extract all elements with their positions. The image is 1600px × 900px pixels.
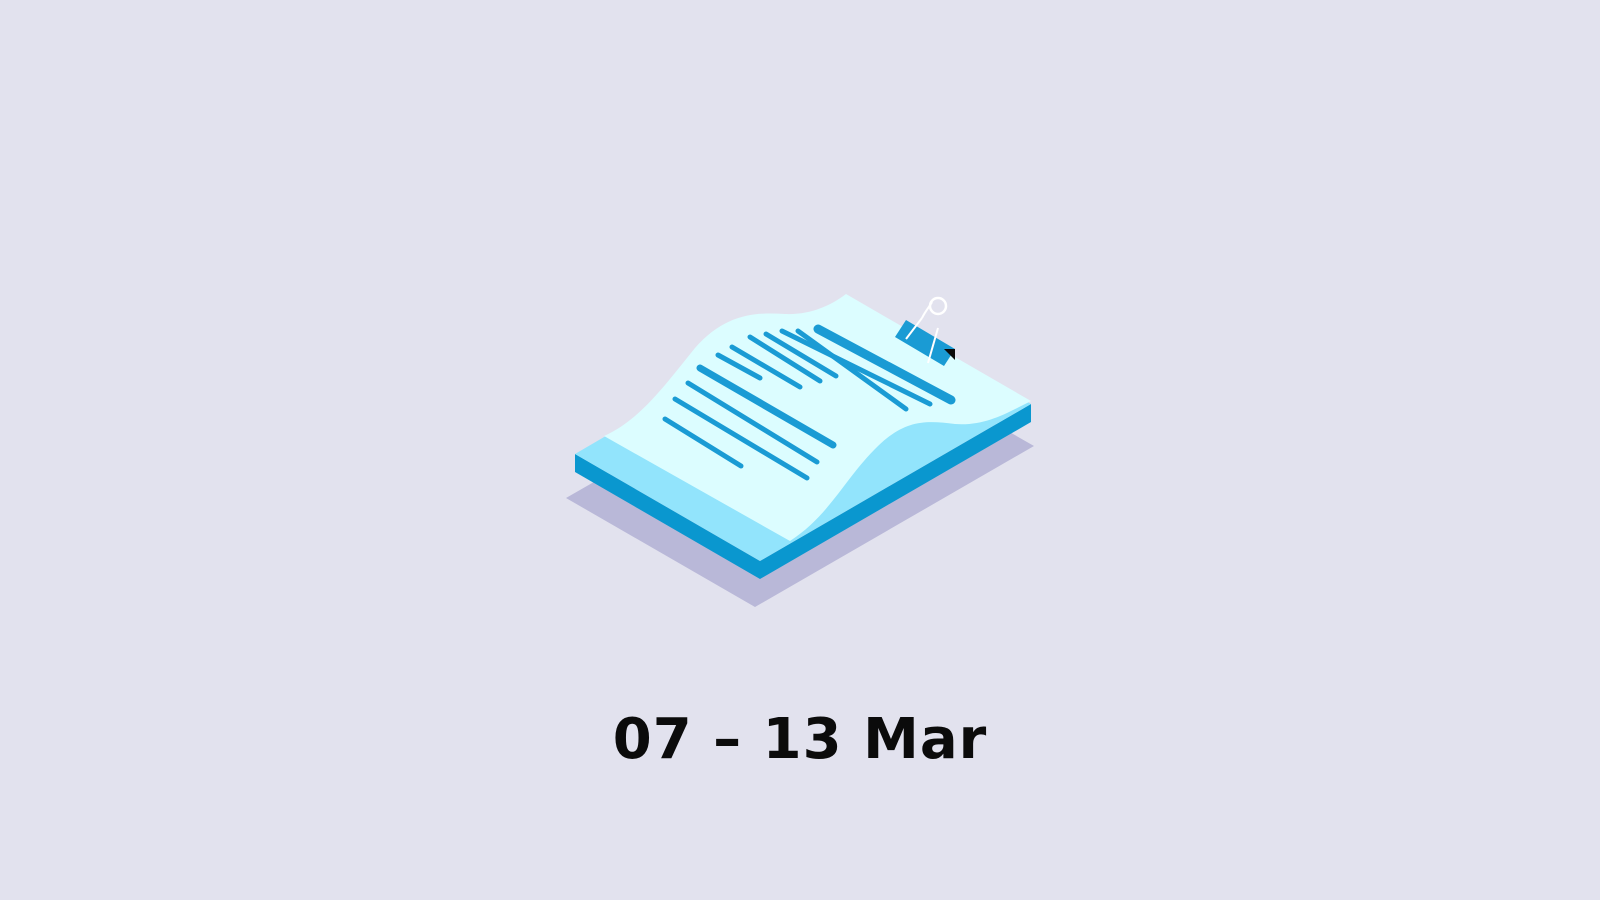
date-range-title: 07 – 13 Mar: [612, 707, 988, 772]
slide: 07 – 13 Mar: [0, 0, 1600, 900]
